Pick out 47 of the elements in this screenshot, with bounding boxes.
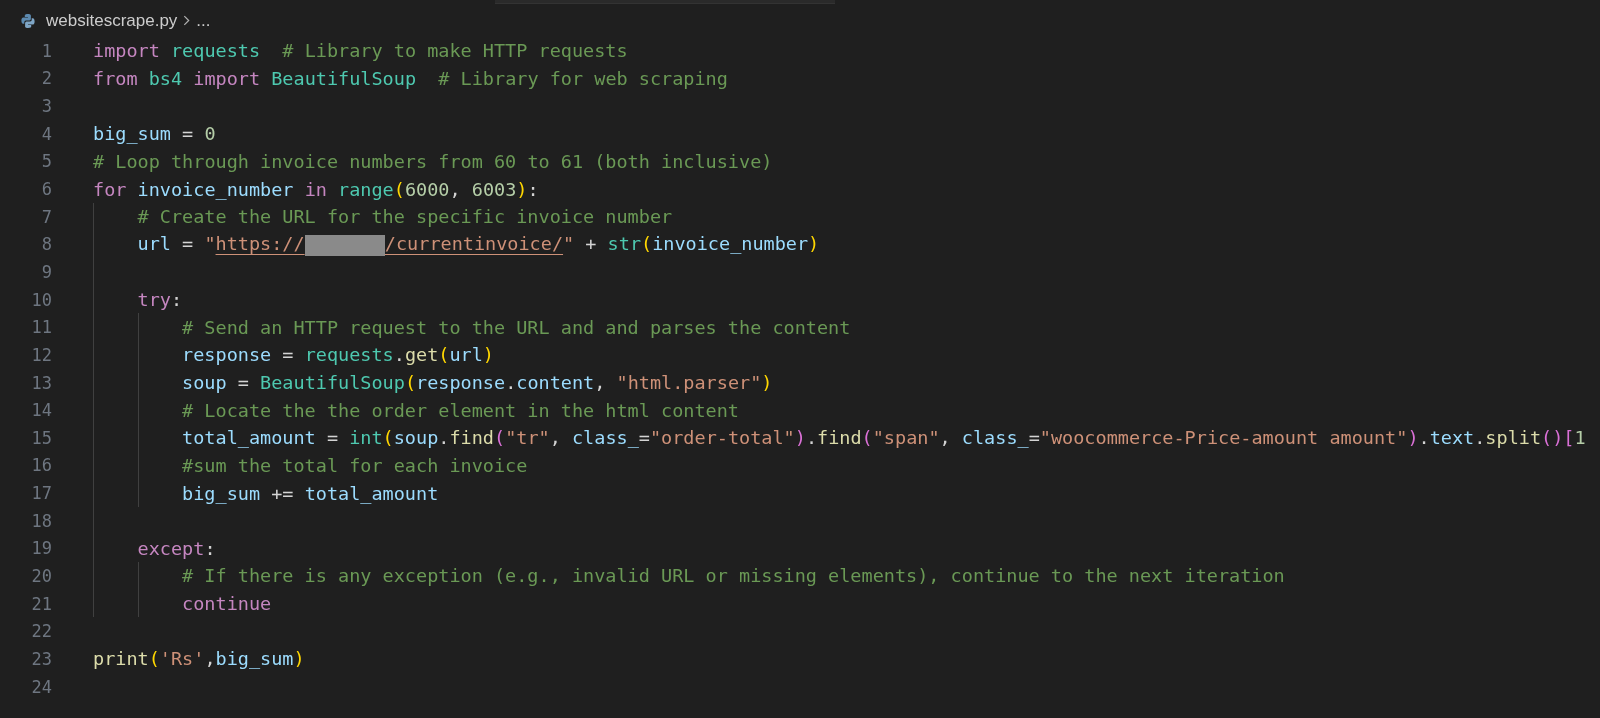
- line-number: 8: [40, 234, 52, 255]
- line-number: 19: [30, 538, 52, 559]
- line-number: 15: [30, 427, 52, 448]
- code-line: import requests # Library to make HTTP requests: [93, 40, 628, 62]
- line-number: 13: [30, 372, 52, 393]
- code-line: url = "https:// /currentinvoice/" + str(invoice_number): [137, 233, 820, 256]
- breadcrumb-more[interactable]: ...: [196, 10, 211, 31]
- code-line: # Send an HTTP request to the URL and and parses the content: [182, 316, 851, 338]
- code-line: except:: [137, 537, 216, 559]
- line-number: 20: [30, 566, 52, 586]
- line-number: 2: [40, 68, 52, 89]
- line-number: 11: [30, 317, 52, 338]
- line-number: 7: [40, 206, 52, 227]
- line-number: 3: [40, 96, 52, 117]
- code-line: response = requests.get(url): [182, 344, 494, 366]
- line-number: 16: [30, 455, 52, 476]
- code-line: continue: [182, 593, 272, 615]
- chevron-icon: [183, 15, 191, 26]
- code-line: total_amount = int(soup.find("tr", class_="order-total").find("span", class_="woocommerce-Price-amount amount").text.split()[1: [182, 427, 1586, 449]
- line-number: 18: [30, 510, 52, 531]
- code-line: # Loop through invoice numbers from 60 to 61 (both inclusive): [93, 150, 773, 172]
- line-number: 5: [40, 151, 52, 172]
- line-number: 9: [40, 261, 52, 282]
- line-number: 22: [30, 621, 52, 642]
- line-number: 23: [30, 648, 52, 669]
- code-line: try:: [137, 289, 183, 311]
- code-line: # Create the URL for the specific invoice number: [137, 206, 673, 228]
- code-line: print('Rs',big_sum): [93, 648, 305, 670]
- code-line: # Locate the the order element in the html content: [182, 399, 739, 421]
- line-number: 17: [30, 483, 52, 504]
- code-line: from bs4 import BeautifulSoup # Library for web scraping: [93, 67, 728, 89]
- line-number: 4: [40, 123, 52, 144]
- code-line: # If there is any exception (e.g., invalid URL or missing elements), continue to the next iteration: [182, 565, 1285, 587]
- line-number: 1: [40, 40, 52, 61]
- line-number: 10: [30, 289, 52, 310]
- file-icon: [20, 12, 36, 29]
- code-line: big_sum = 0: [93, 123, 216, 145]
- code-line: soup = BeautifulSoup(response.content, "html.parser"): [182, 372, 773, 393]
- line-number: 12: [30, 344, 52, 365]
- code-line: #sum the total for each invoice: [182, 454, 528, 476]
- line-number: 14: [30, 400, 52, 421]
- line-number: 24: [30, 676, 52, 697]
- line-number: 21: [30, 593, 52, 614]
- line-number: 6: [40, 179, 52, 199]
- code-line: for invoice_number in range(6000, 6003):: [93, 178, 539, 200]
- breadcrumb-file[interactable]: websitescrape.py: [46, 10, 178, 31]
- code-line: big_sum += total_amount: [182, 482, 439, 504]
